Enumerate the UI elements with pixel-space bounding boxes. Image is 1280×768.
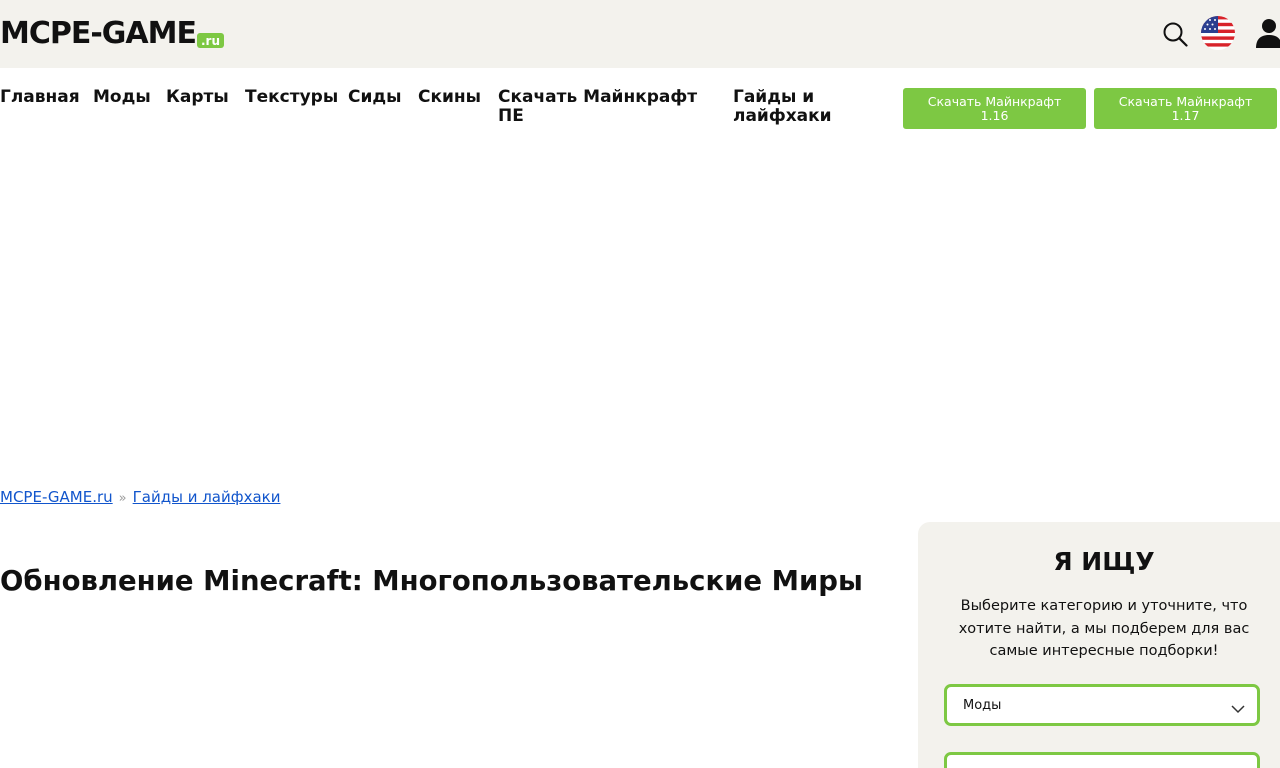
search-card: Я ИЩУ Выберите категорию и уточните, что…: [918, 522, 1280, 768]
breadcrumb-guides-link[interactable]: Гайды и лайфхаки: [133, 488, 281, 506]
chevron-down-icon: [1231, 700, 1245, 714]
nav-item-mods[interactable]: Моды: [93, 88, 151, 107]
nav-item-skins[interactable]: Скины: [418, 88, 481, 107]
card-heading: Я ИЩУ: [1053, 547, 1155, 576]
nav-item-download-mcpe[interactable]: Скачать Майнкрафт ПЕ: [498, 88, 703, 126]
user-icon[interactable]: [1254, 18, 1280, 48]
logo-tld-badge: .ru: [197, 33, 225, 48]
card-description: Выберите категорию и уточните, что хотит…: [958, 598, 1250, 659]
download-1-16-button[interactable]: Скачать Майнкрафт 1.16: [903, 88, 1086, 129]
breadcrumb-home-link[interactable]: MCPE-GAME.ru: [0, 488, 113, 506]
nav-item-guides[interactable]: Гайды и лайфхаки: [733, 88, 848, 126]
nav-item-textures[interactable]: Текстуры: [245, 88, 338, 107]
download-1-17-button[interactable]: Скачать Майнкрафт 1.17: [1094, 88, 1277, 129]
site-header: MCPE-GAME .ru: [0, 0, 1280, 68]
page: MCPE-GAME .ru Главная Моды Карты Текстур…: [0, 0, 1280, 768]
category-select-value: Моды: [963, 698, 1002, 713]
page-title: Обновление Minecraft: Многопользовательс…: [0, 565, 863, 597]
us-flag-icon[interactable]: [1201, 16, 1235, 50]
category-select[interactable]: Моды: [944, 684, 1260, 726]
logo-text: MCPE-GAME: [0, 16, 197, 51]
nav-item-seeds[interactable]: Сиды: [348, 88, 402, 107]
breadcrumb: MCPE-GAME.ru » Гайды и лайфхаки: [0, 487, 280, 509]
nav-item-home[interactable]: Главная: [0, 88, 80, 107]
breadcrumb-separator: »: [118, 491, 127, 506]
nav-item-maps[interactable]: Карты: [166, 88, 229, 107]
site-logo[interactable]: MCPE-GAME .ru: [0, 14, 225, 54]
subcategory-select[interactable]: [944, 752, 1260, 768]
search-icon[interactable]: [1162, 21, 1188, 47]
